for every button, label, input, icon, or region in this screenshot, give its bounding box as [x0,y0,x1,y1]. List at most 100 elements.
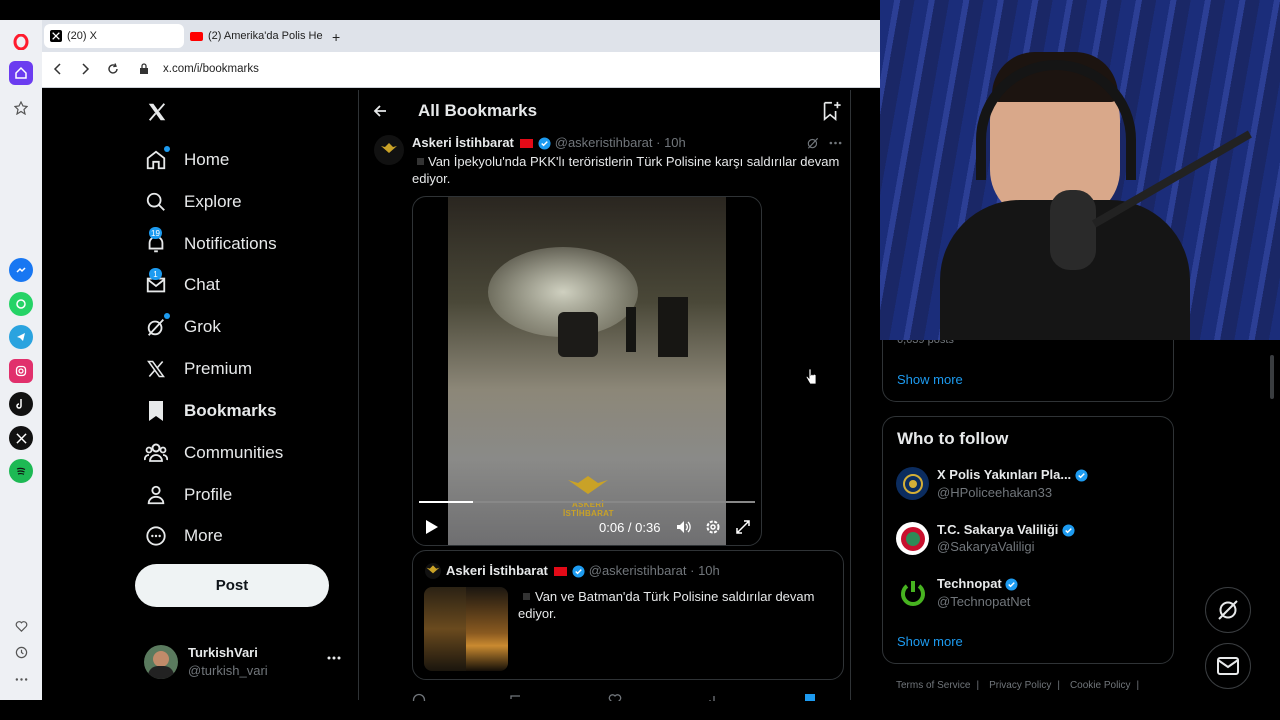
messages-floating-button[interactable] [1205,643,1251,689]
silhouette [626,307,636,352]
bullet-icon [417,158,424,165]
column-divider [358,90,359,700]
quote-tweet[interactable]: Askeri İstihbarat @askeristihbarat · 10h… [412,550,844,680]
back-arrow-icon[interactable] [372,103,388,119]
verified-badge-icon [1075,469,1088,482]
author-name[interactable]: Askeri İstihbarat [412,135,514,150]
follow-handle: @TechnopatNet [937,594,1031,609]
like-icon[interactable] [608,693,622,701]
tweet-more-icon[interactable] [829,141,842,145]
tab-label: (20) X [67,30,97,42]
nav-label: Explore [184,192,242,211]
video-player[interactable]: ASKERİ İSTİHBARAT 0:06 / 0:36 [412,196,762,546]
more-dots-icon[interactable] [9,667,33,691]
tab-x[interactable]: (20) X [44,24,184,48]
url-text[interactable]: x.com/i/bookmarks [163,63,259,75]
tab-youtube[interactable]: (2) Amerika'da Polis Her Ş... [184,24,324,48]
repost-icon[interactable] [509,693,523,701]
nav-grok[interactable]: Grok [144,307,221,347]
views-icon[interactable] [708,693,722,701]
x-premium-icon [144,357,168,381]
forward-arrow-icon[interactable] [79,62,91,76]
nav-label: Grok [184,317,221,336]
post-button[interactable]: Post [135,564,329,607]
history-icon[interactable] [9,640,33,664]
opera-sidebar [0,20,42,700]
communities-icon [144,441,168,465]
account-handle: @turkish_vari [188,663,268,678]
x-app: Home Explore 19 Notifications 1 Chat Gro… [44,90,880,701]
account-more-icon[interactable] [327,656,341,660]
tab-label: (2) Amerika'da Polis Her Ş... [208,30,323,42]
avatar[interactable] [896,576,929,609]
footer-link-terms[interactable]: Terms of Service [896,680,970,691]
tiktok-icon[interactable] [9,392,33,416]
heart-icon[interactable] [9,614,33,638]
nav-explore[interactable]: Explore [144,182,242,222]
avatar[interactable] [896,522,929,555]
nav-notifications[interactable]: 19 Notifications [144,224,277,264]
nav-more[interactable]: More [144,516,223,556]
tweet-time[interactable]: · 10h [656,135,686,150]
opera-logo-icon[interactable] [9,30,33,54]
quote-text: Van ve Batman'da Türk Polisine saldırıla… [518,589,815,621]
nav-bookmarks[interactable]: Bookmarks [144,391,277,431]
reply-icon[interactable] [412,693,426,701]
account-switcher[interactable]: TurkishVari @turkish_vari [144,643,344,683]
fullscreen-icon[interactable] [736,520,750,534]
page-title: All Bookmarks [418,101,538,120]
author-avatar[interactable] [374,135,404,165]
avatar[interactable] [896,467,929,500]
tab-strip: (20) X (2) Amerika'da Polis Her Ş... + [42,20,880,52]
scrollbar[interactable] [1270,355,1274,399]
show-more-link[interactable]: Show more [897,372,963,387]
new-tab-plus-icon[interactable]: + [332,29,340,45]
tweet-actions-row [412,693,842,701]
bookmarked-icon[interactable] [804,693,816,701]
x-logo-icon[interactable] [146,101,168,123]
tweet-header: Askeri İstihbarat @askeristihbarat · 10h [412,135,686,150]
back-arrow-icon[interactable] [52,62,64,76]
footer-links: Terms of Service | Privacy Policy | Cookie P… [896,680,1140,691]
whatsapp-icon[interactable] [9,292,33,316]
follow-name[interactable]: T.C. Sakarya Valiliği [937,522,1075,537]
follow-name[interactable]: Technopat [937,576,1018,591]
volume-icon[interactable] [675,519,691,535]
messenger-icon[interactable] [9,258,33,282]
who-to-follow-title: Who to follow [897,429,1009,448]
home-speed-dial-icon[interactable] [9,61,33,85]
bell-icon: 19 [144,227,168,256]
nav-label: Bookmarks [184,401,277,420]
follow-name[interactable]: X Polis Yakınları Pla... [937,467,1088,482]
grok-explain-icon[interactable] [806,136,820,150]
nav-label: Premium [184,359,253,378]
play-icon[interactable] [425,519,439,535]
author-handle[interactable]: @askeristihbarat [555,135,653,150]
show-more-link[interactable]: Show more [897,634,963,649]
pinboard-icon[interactable] [9,96,33,120]
telegram-icon[interactable] [9,325,33,349]
settings-gear-icon[interactable] [705,519,721,535]
video-progress-fill [419,501,473,503]
footer-link-privacy[interactable]: Privacy Policy [989,680,1051,691]
quote-thumbnail[interactable] [424,587,508,671]
nav-chat[interactable]: 1 Chat [144,265,220,305]
reload-icon[interactable] [106,62,120,76]
home-icon [144,146,170,172]
instagram-icon[interactable] [9,359,33,383]
nav-profile[interactable]: Profile [144,475,232,515]
video-progress-track[interactable] [419,501,755,503]
bullet-icon [523,593,530,600]
footer-link-cookie[interactable]: Cookie Policy [1070,680,1131,691]
nav-home[interactable]: Home [144,140,229,180]
nav-premium[interactable]: Premium [144,349,252,389]
youtube-favicon-icon [190,31,203,41]
new-bookmark-folder-icon[interactable] [820,100,842,122]
lock-icon[interactable] [139,63,149,75]
quote-header: Askeri İstihbarat @askeristihbarat · 10h [446,563,720,578]
x-app-icon[interactable] [9,426,33,450]
grok-floating-button[interactable] [1205,587,1251,633]
spotify-icon[interactable] [9,459,33,483]
avatar [144,645,178,679]
nav-communities[interactable]: Communities [144,433,283,473]
